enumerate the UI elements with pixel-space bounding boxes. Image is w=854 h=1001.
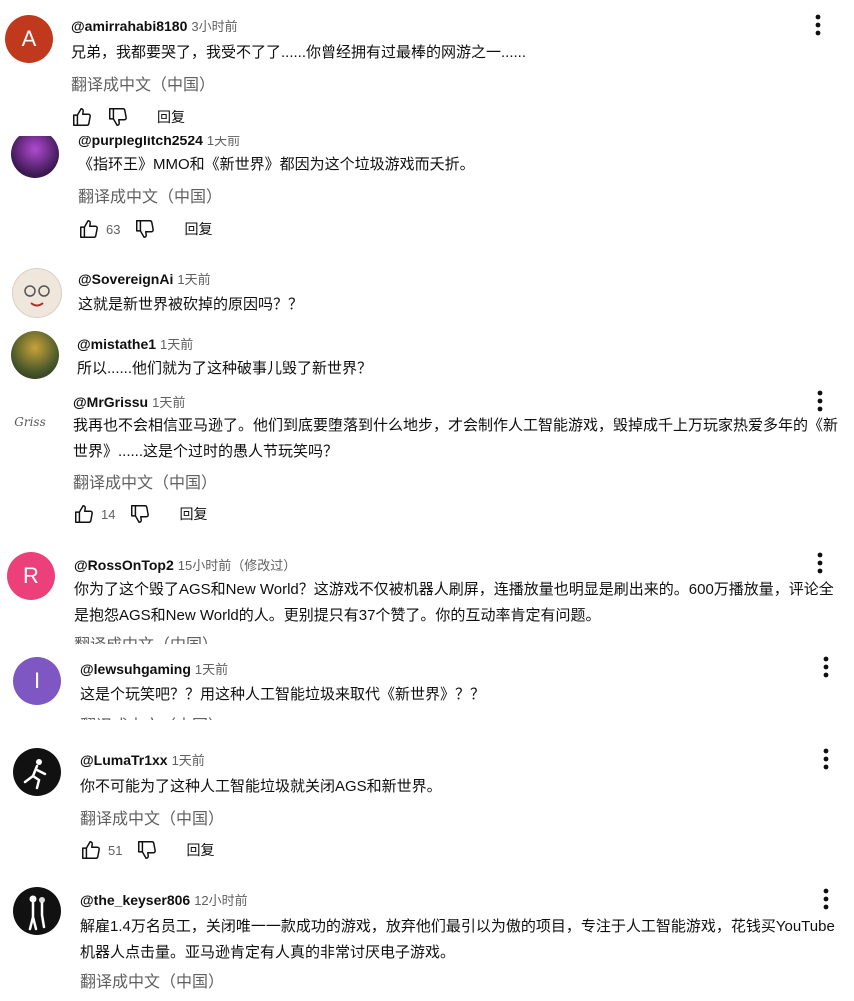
comment-time[interactable]: 1天前 (172, 753, 205, 768)
face-icon (24, 285, 50, 307)
reply-button[interactable]: 回复 (184, 219, 212, 239)
comment-text: 这是个玩笑吧？？用这种人工智能垃圾来取代《新世界》？？ (80, 686, 486, 703)
translate-link[interactable]: 翻译成中文（中国） (80, 968, 224, 992)
thumb-up-icon[interactable] (78, 218, 100, 240)
comment-thread: I @lewsuhgaming 1天前 这是个玩笑吧？？用这种人工智能垃圾来取代《… (0, 654, 854, 720)
author-line: @lewsuhgaming 1天前 (80, 659, 228, 678)
more-options-icon[interactable] (816, 746, 836, 772)
author-name[interactable]: @LumaTr1xx (80, 752, 168, 768)
translate-link[interactable]: 翻译成中文（中国） (71, 71, 215, 95)
author-line: @SovereignAi 1天前 (78, 269, 211, 288)
avatar[interactable]: R (7, 552, 55, 600)
reply-button[interactable]: 回复 (186, 840, 214, 860)
author-name[interactable]: @mistathe1 (77, 336, 156, 352)
reply-button[interactable]: 回复 (179, 504, 207, 524)
reply-button[interactable]: 回复 (157, 107, 185, 127)
comment-time[interactable]: 1天前 (195, 662, 228, 677)
action-bar: 51 回复 (80, 837, 214, 863)
translate-link[interactable]: 翻译成中文（中国） (80, 712, 224, 720)
comment-thread: @the_keyser806 12小时前 解雇1.4万名员工，关闭唯一一款成功的游… (0, 880, 854, 1001)
comment-text: 我再也不会相信亚马逊了。他们到底要堕落到什么地步，才会制作人工智能游戏，毁掉成千… (73, 417, 839, 460)
author-name[interactable]: @SovereignAi (78, 271, 173, 287)
author-line: @mistathe1 1天前 (77, 334, 193, 353)
comment-thread: Griss @MrGrissu 1天前 我再也不会相信亚马逊了。他们到底要堕落到什… (0, 386, 854, 536)
more-options-icon[interactable] (816, 654, 836, 680)
avatar[interactable]: A (5, 15, 53, 63)
avatar[interactable] (11, 331, 59, 379)
author-line: @amirrahabi8180 3小时前 (71, 16, 238, 35)
comment-thread: @LumaTr1xx 1天前 你不可能为了这种人工智能垃圾就关闭AGS和新世界。 … (0, 740, 854, 870)
comment-text: 兄弟，我都要哭了，我受不了了......你曾经拥有过最棒的网游之一...... (71, 44, 527, 61)
comment-thread: @SovereignAi 1天前 这就是新世界被砍掉的原因吗？？ (0, 260, 854, 326)
translate-link[interactable]: 翻译成中文（中国） (74, 631, 218, 644)
author-name[interactable]: @MrGrissu (73, 394, 148, 410)
avatar-letter: R (23, 563, 39, 588)
thumb-up-icon[interactable] (71, 106, 93, 128)
action-bar: 14 回复 (73, 501, 207, 527)
more-options-icon[interactable] (816, 886, 836, 912)
translate-link[interactable]: 翻译成中文（中国） (80, 805, 224, 829)
comment-text: 《指环王》MMO和《新世界》都因为这个垃圾游戏而夭折。 (78, 156, 475, 173)
author-name[interactable]: @lewsuhgaming (80, 661, 191, 677)
comment-time[interactable]: 1天前 (152, 395, 185, 410)
avatar[interactable]: Griss (6, 398, 54, 446)
comment-time[interactable]: 12小时前 (194, 893, 247, 908)
author-line: @RossOnTop2 15小时前（修改过） (74, 555, 296, 574)
comment-thread: @mistathe1 1天前 所以......他们就为了这种破事儿毁了新世界？ (0, 326, 854, 386)
author-line: @LumaTr1xx 1天前 (80, 750, 205, 769)
more-options-icon[interactable] (810, 550, 830, 576)
like-count: 51 (108, 842, 123, 858)
thumb-down-icon[interactable] (129, 503, 151, 525)
comment-time[interactable]: 15小时前（修改过） (178, 558, 296, 573)
comment-text: 你不可能为了这种人工智能垃圾就关闭AGS和新世界。 (80, 778, 442, 795)
comment-thread: R @RossOnTop2 15小时前（修改过） 你为了这个毁了AGS和New W… (0, 546, 854, 644)
avatar[interactable] (12, 268, 62, 318)
comment-time[interactable]: 1天前 (160, 337, 193, 352)
like-count: 14 (101, 506, 116, 522)
author-name[interactable]: @RossOnTop2 (74, 557, 174, 573)
translate-link[interactable]: 翻译成中文（中国） (78, 183, 222, 207)
translate-link[interactable]: 翻译成中文（中国） (73, 469, 217, 493)
comment-thread: @purpleglitch2524 1天前 《指环王》MMO和《新世界》都因为这个… (0, 130, 854, 250)
avatar-signature: Griss (14, 415, 46, 429)
thumb-up-icon[interactable] (80, 839, 102, 861)
like-count: 63 (106, 221, 121, 237)
comment-text: 这就是新世界被砍掉的原因吗？？ (78, 296, 304, 313)
author-name[interactable]: @amirrahabi8180 (71, 18, 187, 34)
author-line: @the_keyser806 12小时前 (80, 890, 248, 909)
action-bar: 回复 (71, 104, 185, 130)
thumb-up-icon[interactable] (73, 503, 95, 525)
avatar[interactable] (13, 748, 61, 796)
avatar-letter: A (21, 26, 37, 51)
thumb-down-icon[interactable] (134, 218, 156, 240)
avatar-letter: I (33, 668, 41, 693)
avatar[interactable]: I (13, 657, 61, 705)
runner-icon (23, 759, 47, 790)
comment-text: 所以......他们就为了这种破事儿毁了新世界？ (77, 360, 373, 377)
comment-text: 你为了这个毁了AGS和New World？这游戏不仅被机器人刷屏，连播放量也明显… (74, 581, 834, 624)
action-bar: 63 回复 (78, 216, 212, 242)
more-options-icon[interactable] (808, 12, 828, 38)
comment-time[interactable]: 3小时前 (191, 19, 237, 34)
thumb-down-icon[interactable] (107, 106, 129, 128)
comment-thread: A @amirrahabi8180 3小时前 兄弟，我都要哭了，我受不了了....… (0, 0, 854, 130)
avatar[interactable] (13, 887, 61, 935)
author-name[interactable]: @the_keyser806 (80, 892, 190, 908)
avatar[interactable] (11, 130, 59, 178)
author-line: @MrGrissu 1天前 (73, 392, 185, 411)
thumb-down-icon[interactable] (136, 839, 158, 861)
figures-icon (28, 895, 46, 931)
more-options-icon[interactable] (810, 388, 830, 414)
comment-time[interactable]: 1天前 (177, 272, 210, 287)
comment-text: 解雇1.4万名员工，关闭唯一一款成功的游戏，放弃他们最引以为傲的项目，专注于人工… (80, 918, 835, 961)
